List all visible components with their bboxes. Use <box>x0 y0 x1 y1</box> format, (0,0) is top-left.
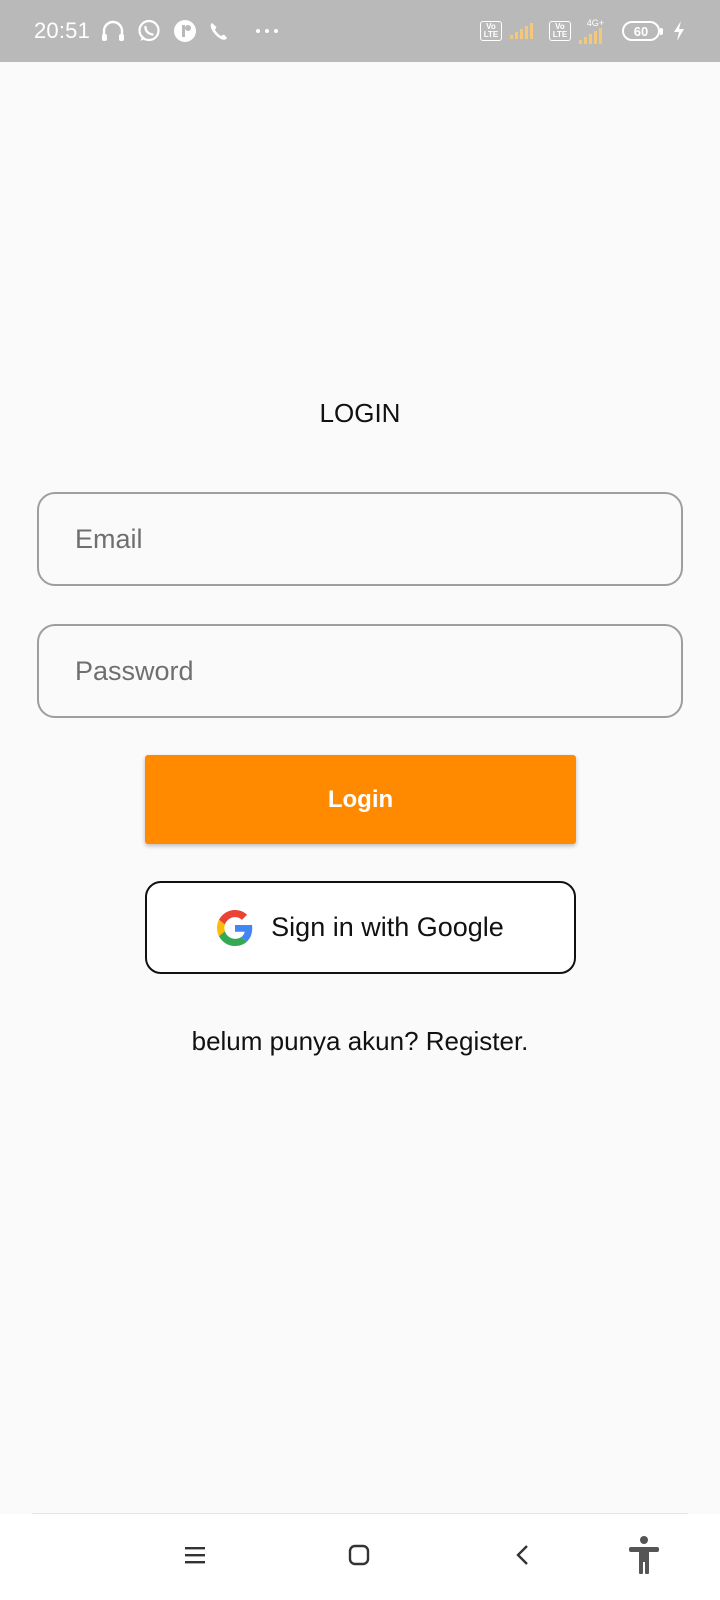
signal-sim2-icon <box>579 27 602 44</box>
accessibility-button[interactable] <box>604 1514 684 1600</box>
home-icon <box>347 1543 371 1572</box>
navigation-bar <box>0 1514 720 1600</box>
status-left: 20:51 <box>34 18 280 44</box>
whatsapp-icon <box>136 18 162 44</box>
battery-level: 60 <box>633 23 649 39</box>
login-button[interactable]: Login <box>145 755 576 844</box>
accessibility-icon <box>626 1535 662 1580</box>
email-input[interactable] <box>75 523 681 555</box>
register-row: belum punya akun? Register. <box>0 1026 720 1057</box>
back-button[interactable] <box>483 1514 563 1600</box>
status-right: Vo LTE Vo LTE 4G+ 60 <box>480 17 686 44</box>
signal-sim1-icon <box>510 23 533 39</box>
register-prompt: belum punya akun? <box>191 1026 426 1056</box>
back-icon <box>513 1543 533 1572</box>
password-input[interactable] <box>75 655 681 687</box>
charging-bolt-icon <box>672 20 686 42</box>
google-sign-in-label: Sign in with Google <box>271 912 504 942</box>
login-screen: 20:51 Vo LTE Vo LTE 4G+ 60 LOGIN Email L… <box>0 0 720 1600</box>
volte-sim2-bottom: LTE <box>552 30 568 39</box>
menu-button[interactable] <box>155 1514 235 1600</box>
password-field[interactable] <box>37 624 683 718</box>
google-sign-in-button[interactable]: Sign in with Google <box>145 881 576 974</box>
page-title: LOGIN <box>319 398 401 428</box>
status-bar: 20:51 Vo LTE Vo LTE 4G+ 60 <box>0 0 720 62</box>
register-link[interactable]: Register. <box>426 1026 529 1056</box>
more-dots-icon <box>254 27 280 35</box>
phone-call-icon <box>208 20 230 42</box>
app-notification-icon <box>172 18 198 44</box>
volte-sim2-icon: Vo LTE <box>549 21 571 41</box>
home-button[interactable] <box>319 1514 399 1600</box>
volte-sim1-bottom: LTE <box>483 30 499 39</box>
battery-icon: 60 <box>622 21 663 41</box>
network-type: 4G+ <box>586 17 604 28</box>
email-field[interactable] <box>37 492 683 586</box>
volte-sim1-icon: Vo LTE <box>480 21 502 41</box>
headset-icon <box>100 19 126 43</box>
google-logo-icon <box>217 909 253 946</box>
status-time: 20:51 <box>34 18 91 43</box>
menu-icon <box>183 1545 207 1570</box>
